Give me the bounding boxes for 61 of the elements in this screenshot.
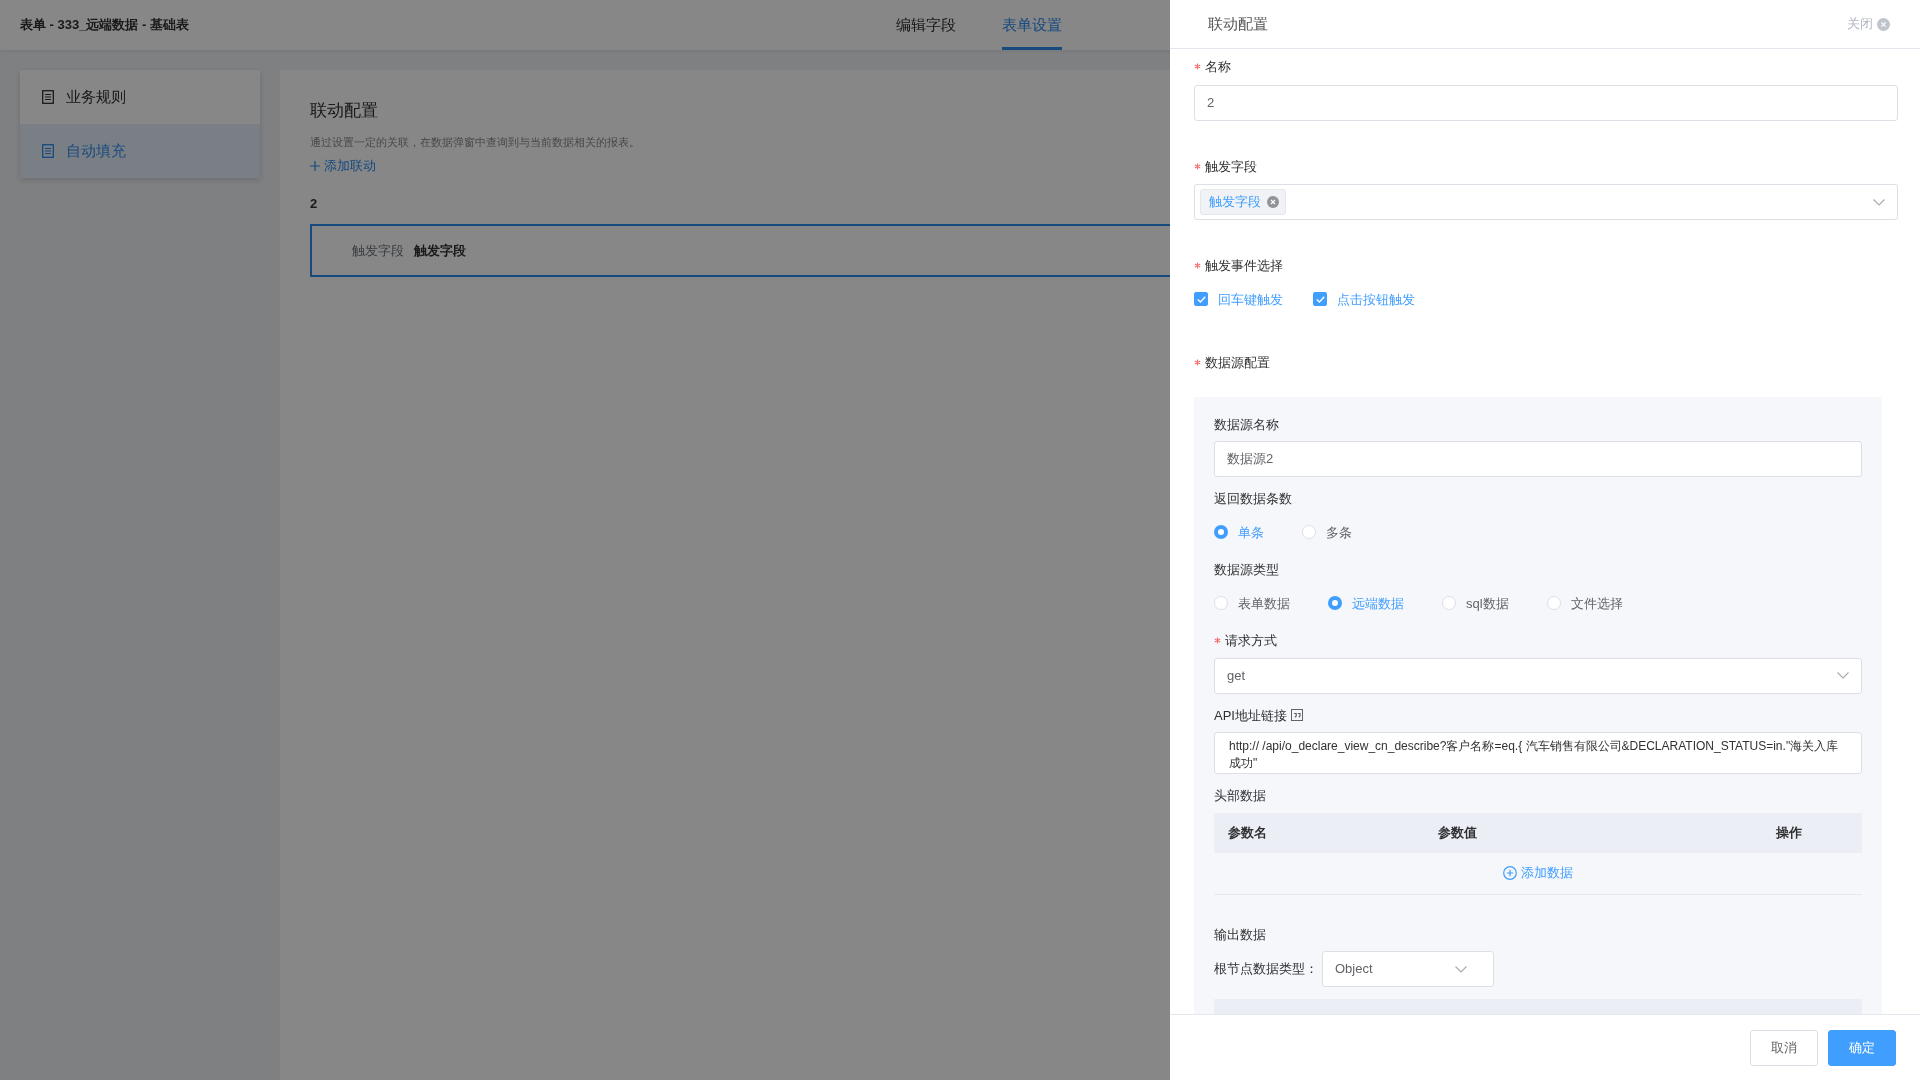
chevron-down-icon bbox=[1455, 965, 1467, 973]
field-label: 名称 bbox=[1205, 58, 1231, 76]
page-title: 表单 - 333_远端数据 - 基础表 bbox=[20, 16, 190, 35]
select-value: get bbox=[1227, 666, 1246, 685]
checkbox[interactable] bbox=[1194, 292, 1208, 307]
field-label: 返回数据条数 bbox=[1214, 490, 1292, 508]
name-input[interactable]: 2 bbox=[1194, 84, 1898, 121]
tab[interactable]: 编辑字段 bbox=[896, 0, 956, 50]
radio-label: 表单数据 bbox=[1238, 594, 1290, 613]
sidebar-item-label: 自动填充 bbox=[66, 140, 126, 161]
radio-label: 多条 bbox=[1326, 523, 1352, 542]
field-label: 数据源配置 bbox=[1205, 354, 1270, 372]
column-header: 参数值 bbox=[1437, 823, 1478, 842]
output-label: 输出数据 bbox=[1214, 925, 1267, 944]
confirm-button[interactable]: 确定 bbox=[1828, 1029, 1896, 1066]
chevron-down-icon bbox=[1873, 198, 1885, 206]
field-label: API地址链接 bbox=[1214, 706, 1287, 725]
close-icon bbox=[1877, 17, 1890, 31]
field-label: 请求方式 bbox=[1225, 632, 1277, 650]
radio-label: sql数据 bbox=[1466, 594, 1509, 613]
datasource-name-input[interactable]: 数据源2 bbox=[1214, 441, 1862, 477]
field-label: 触发字段 bbox=[352, 241, 404, 260]
add-linkage-link[interactable]: 添加联动 bbox=[310, 156, 376, 176]
sidebar-item[interactable]: 业务规则 bbox=[20, 70, 260, 124]
document-icon bbox=[42, 144, 54, 158]
trigger-field-select[interactable]: 触发字段 bbox=[1194, 184, 1898, 220]
root-type-label: 根节点数据类型： bbox=[1214, 960, 1318, 979]
cancel-button[interactable]: 取消 bbox=[1750, 1029, 1818, 1066]
sidebar-item-label: 业务规则 bbox=[66, 86, 126, 107]
column-header: 参数名 bbox=[1227, 823, 1268, 842]
add-data-button[interactable]: 添加数据 bbox=[1497, 862, 1579, 884]
plus-icon bbox=[310, 160, 320, 171]
api-url-input[interactable]: http:// /api/o_declare_view_cn_describe?客户名称=eq.{ 汽车销售有限公司&DECLARATION_STATUS=in."海关入库成功" bbox=[1214, 732, 1862, 774]
plus-circle-icon bbox=[1503, 866, 1517, 880]
radio-label: 单条 bbox=[1238, 523, 1264, 542]
field-value: 触发字段 bbox=[414, 241, 466, 260]
checkbox-label: 回车键触发 bbox=[1218, 290, 1283, 309]
section-title: 联动配置 bbox=[310, 100, 378, 122]
checkbox-label: 点击按钮触发 bbox=[1337, 290, 1415, 309]
field-label: 触发事件选择 bbox=[1205, 257, 1283, 275]
tab[interactable]: 表单设置 bbox=[1002, 0, 1062, 50]
field-label: 触发字段 bbox=[1205, 157, 1257, 176]
drawer-title: 联动配置 bbox=[1208, 13, 1268, 34]
field-label: 头部数据 bbox=[1214, 787, 1266, 805]
radio-button[interactable] bbox=[1328, 596, 1342, 611]
radio-label: 文件选择 bbox=[1570, 594, 1623, 613]
field-label: 数据源类型 bbox=[1214, 561, 1279, 579]
root-type-select[interactable]: Object bbox=[1322, 951, 1494, 987]
chevron-down-icon bbox=[1837, 672, 1849, 679]
quote-icon bbox=[1290, 709, 1303, 722]
tag-close-icon bbox=[1267, 196, 1279, 208]
column-header: 操作 bbox=[1775, 823, 1803, 842]
select-value: Object bbox=[1335, 960, 1373, 979]
request-method-select[interactable]: get bbox=[1214, 657, 1862, 694]
linkage-name: 2 bbox=[310, 195, 318, 214]
field-label: 数据源名称 bbox=[1214, 415, 1279, 434]
radio-label: 远端数据 bbox=[1352, 594, 1404, 613]
radio-button[interactable] bbox=[1214, 525, 1228, 540]
field-tag: 触发字段 bbox=[1200, 189, 1286, 215]
document-icon bbox=[42, 90, 54, 104]
checkbox[interactable] bbox=[1313, 292, 1327, 307]
